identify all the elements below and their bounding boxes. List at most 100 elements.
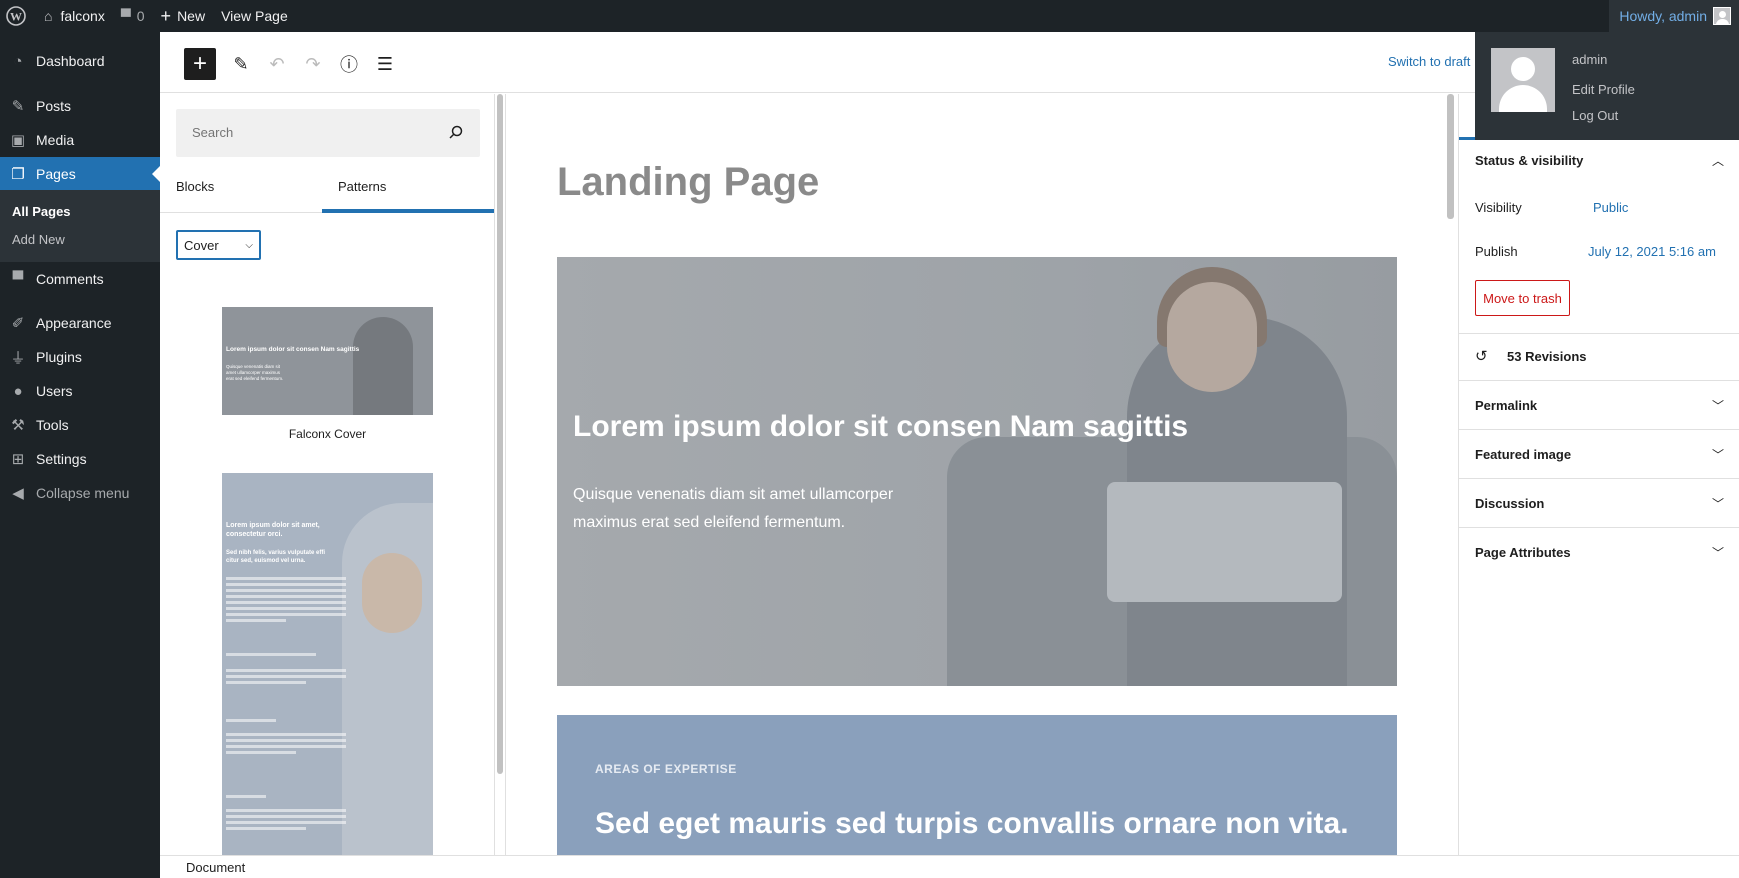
chevron-up-icon[interactable]: ︿ [1712, 152, 1724, 169]
home-icon: ⌂ [44, 8, 53, 24]
undo-button[interactable]: ↶ [261, 48, 293, 80]
canvas-scrollbar[interactable] [1447, 94, 1454, 219]
new-content-link[interactable]: + New [153, 0, 214, 32]
sidebar-item-dashboard[interactable]: ◔ Dashboard [0, 44, 160, 78]
chevron-down-icon[interactable]: ﹀ [1712, 495, 1724, 512]
pages-submenu: All Pages Add New [0, 190, 160, 262]
comments-link[interactable]: ▀ 0 [113, 0, 153, 32]
list-view-icon: ☰ [376, 53, 394, 74]
editor-canvas: Landing Page Lorem ipsum dolor sit conse… [505, 94, 1439, 855]
page-title[interactable]: Landing Page [557, 160, 819, 205]
pattern-category-select[interactable]: Cover ⌵ [176, 230, 261, 260]
category-value: Cover [184, 237, 219, 253]
log-out-link[interactable]: Log Out [1572, 108, 1618, 123]
avatar [1491, 48, 1555, 112]
sidebar-item-tools[interactable]: ⚒ Tools [0, 408, 160, 442]
list-view-button[interactable]: ☰ [369, 48, 401, 80]
featured-image-panel[interactable]: Featured image ﹀ [1459, 430, 1739, 479]
sidebar-item-label: Appearance [36, 315, 112, 331]
inserter-scrollbar[interactable] [497, 94, 503, 774]
plugin-icon: ⏚ [10, 349, 26, 367]
pattern-preview-falconx-cover[interactable]: Lorem ipsum dolor sit consen Nam sagitti… [222, 307, 433, 415]
breadcrumb-document[interactable]: Document [186, 860, 245, 875]
sidebar-item-label: Collapse menu [36, 485, 130, 501]
tab-patterns[interactable]: Patterns [338, 179, 386, 194]
settings-icon: ⊞ [11, 451, 25, 468]
preview-text: Quisque venenatis diam sit amet ullamcor… [226, 364, 284, 381]
submenu-add-new[interactable]: Add New [12, 232, 65, 247]
panel-toggle-permalink[interactable]: Permalink [1475, 398, 1537, 413]
howdy-label: Howdy, admin [1619, 8, 1707, 24]
user-name-link[interactable]: admin [1572, 52, 1607, 67]
search-input[interactable]: Search [176, 109, 480, 157]
history-icon: ↺ [1475, 348, 1488, 365]
chevron-down-icon[interactable]: ﹀ [1712, 446, 1724, 463]
avatar-icon [1713, 7, 1731, 25]
section-kicker[interactable]: AREAS OF EXPERTISE [595, 762, 737, 776]
sidebar-item-appearance[interactable]: ✐ Appearance [0, 306, 160, 340]
sidebar-item-posts[interactable]: ✎ Posts [0, 89, 160, 123]
visibility-toggle[interactable]: Public [1593, 200, 1628, 215]
info-icon: ⓘ [340, 55, 358, 75]
site-name-link[interactable]: ⌂ falconx [36, 0, 113, 32]
switch-to-draft-button[interactable]: Switch to draft [1388, 54, 1470, 69]
edit-profile-link[interactable]: Edit Profile [1572, 82, 1635, 97]
redo-button[interactable]: ↷ [297, 48, 329, 80]
pin-icon: ✎ [11, 98, 25, 115]
chevron-down-icon: ⌵ [245, 240, 253, 251]
chevron-down-icon[interactable]: ﹀ [1712, 544, 1724, 561]
details-button[interactable]: ⓘ [333, 48, 365, 80]
cover-heading[interactable]: Lorem ipsum dolor sit consen Nam sagitti… [573, 410, 1188, 444]
preview-subheading: Sed nibh felis, varius vulputate effi ci… [226, 550, 326, 564]
panel-toggle-page-attributes[interactable]: Page Attributes [1475, 545, 1571, 560]
revisions-link[interactable]: 53 Revisions [1507, 349, 1587, 364]
cover-block[interactable]: Lorem ipsum dolor sit consen Nam sagitti… [557, 257, 1397, 686]
svg-text:W: W [10, 10, 22, 24]
move-to-trash-button[interactable]: Move to trash [1475, 280, 1570, 316]
sidebar-item-users[interactable]: ● Users [0, 374, 160, 408]
preview-heading: Lorem ipsum dolor sit amet, consectetur … [226, 522, 320, 538]
sidebar-item-media[interactable]: ▣ Media [0, 123, 160, 157]
dashboard-icon: ◔ [13, 52, 23, 70]
block-breadcrumb-bar: Document [160, 855, 1739, 878]
pages-icon: ❐ [11, 166, 25, 183]
my-account-link[interactable]: Howdy, admin [1609, 0, 1739, 32]
active-tab-indicator [322, 209, 494, 213]
panel-toggle-discussion[interactable]: Discussion [1475, 496, 1544, 511]
visibility-label: Visibility [1475, 200, 1522, 215]
submenu-all-pages[interactable]: All Pages [12, 204, 71, 219]
sidebar-item-comments[interactable]: ▀ Comments [0, 262, 160, 296]
search-placeholder: Search [192, 125, 234, 140]
wordpress-logo-icon[interactable]: W [0, 0, 36, 32]
tab-blocks[interactable]: Blocks [176, 179, 214, 194]
discussion-panel[interactable]: Discussion ﹀ [1459, 479, 1739, 528]
cover-paragraph[interactable]: Quisque venenatis diam sit amet ullamcor… [573, 481, 903, 537]
sidebar-item-label: Settings [36, 451, 87, 467]
add-block-button[interactable]: + [184, 48, 216, 80]
view-page-link[interactable]: View Page [213, 0, 296, 32]
sidebar-item-label: Users [36, 383, 73, 399]
preview-image [353, 317, 413, 415]
undo-icon: ↶ [269, 53, 285, 74]
new-label: New [177, 8, 206, 24]
sidebar-item-label: Media [36, 132, 75, 148]
sidebar-item-settings[interactable]: ⊞ Settings [0, 442, 160, 476]
revisions-panel[interactable]: ↺ 53 Revisions [1459, 334, 1739, 381]
redo-icon: ↷ [305, 53, 321, 74]
chevron-down-icon[interactable]: ﹀ [1712, 397, 1724, 414]
tools-button[interactable]: ✎ [225, 48, 257, 80]
collapse-icon: ◀ [12, 485, 24, 502]
panel-toggle-status[interactable]: Status & visibility [1475, 153, 1583, 168]
plus-icon: + [160, 5, 172, 26]
expertise-group-block[interactable]: AREAS OF EXPERTISE Sed eget mauris sed t… [557, 715, 1397, 855]
publish-date-toggle[interactable]: July 12, 2021 5:16 am [1588, 244, 1716, 259]
panel-toggle-featured-image[interactable]: Featured image [1475, 447, 1571, 462]
permalink-panel[interactable]: Permalink ﹀ [1459, 381, 1739, 430]
pattern-preview-two[interactable]: Lorem ipsum dolor sit amet, consectetur … [222, 473, 433, 855]
collapse-menu-button[interactable]: ◀ Collapse menu [0, 476, 160, 510]
section-heading[interactable]: Sed eget mauris sed turpis convallis orn… [595, 807, 1349, 841]
page-attributes-panel[interactable]: Page Attributes ﹀ [1459, 528, 1739, 577]
sidebar-item-pages[interactable]: ❐ Pages [0, 157, 160, 191]
sidebar-item-plugins[interactable]: ⏚ Plugins [0, 340, 160, 374]
cover-image-face [1167, 282, 1257, 392]
